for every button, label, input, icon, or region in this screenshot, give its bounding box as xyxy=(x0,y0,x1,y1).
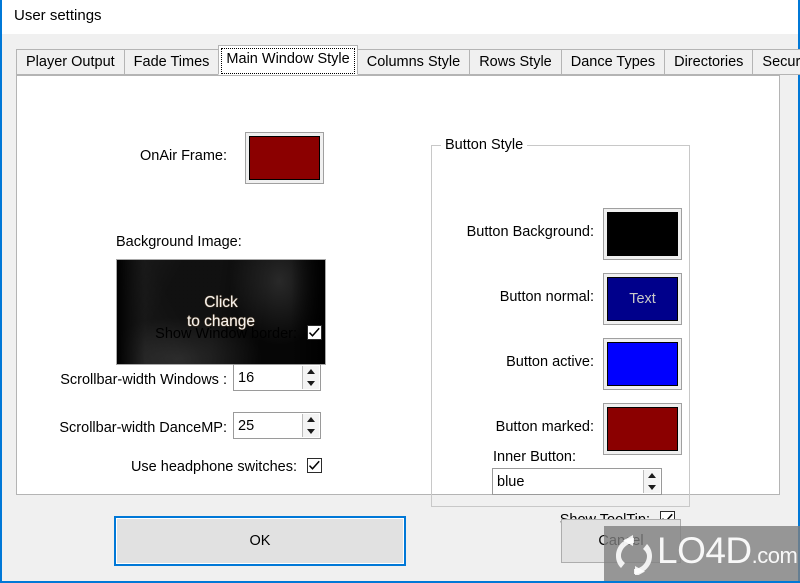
button-style-groupbox-title: Button Style xyxy=(441,137,528,153)
checkmark-icon xyxy=(308,327,320,337)
tab-strip: Player Output Fade Times Main Window Sty… xyxy=(16,45,800,76)
scrollbar-width-windows-label: Scrollbar-width Windows : xyxy=(60,372,227,388)
background-image-label: Background Image: xyxy=(116,234,242,250)
tab-player-output[interactable]: Player Output xyxy=(16,49,125,75)
scrollbar-width-dancemp-spin-buttons[interactable] xyxy=(302,414,319,437)
scrollbar-width-windows-value: 16 xyxy=(238,369,255,386)
use-headphone-switches-checkbox[interactable] xyxy=(307,458,322,473)
onair-frame-color-swatch[interactable] xyxy=(245,132,324,184)
button-active-color-fill xyxy=(607,342,678,386)
button-normal-color-fill: Text xyxy=(607,277,678,321)
button-style-groupbox: Button Style Button Background: Button n… xyxy=(431,137,690,528)
button-normal-label: Button normal: xyxy=(499,289,594,305)
checkmark-icon xyxy=(308,460,320,470)
tab-label: Directories xyxy=(674,54,744,70)
tab-label: Columns Style xyxy=(366,54,461,70)
background-image-preview[interactable]: Click to change xyxy=(116,259,326,365)
tab-label: Player Output xyxy=(26,54,115,70)
spin-up-button[interactable] xyxy=(644,470,660,482)
tab-label: Security xyxy=(762,54,800,70)
tab-label: Fade Times xyxy=(133,54,210,70)
scrollbar-width-dancemp-label: Scrollbar-width DanceMP: xyxy=(59,420,227,436)
use-headphone-switches-label: Use headphone switches: xyxy=(130,459,297,475)
tab-page-main-window-style: OnAir Frame: Background Image: Click to … xyxy=(16,75,780,528)
tab-label: Main Window Style xyxy=(226,51,350,67)
button-normal-sample-text: Text xyxy=(629,291,656,307)
spin-up-button[interactable] xyxy=(303,366,319,378)
button-background-label: Button Background: xyxy=(466,224,594,240)
spin-down-button[interactable] xyxy=(303,378,319,390)
scrollbar-width-windows-stepper[interactable]: 16 xyxy=(233,364,321,391)
watermark-text: LO4D.com xyxy=(657,530,798,571)
tab-label: Rows Style xyxy=(479,54,552,70)
tab-rows-style[interactable]: Rows Style xyxy=(469,49,562,75)
tab-main-window-style[interactable]: Main Window Style xyxy=(218,45,358,75)
user-settings-window: User settings Player Output Fade Times M… xyxy=(0,0,800,583)
tab-directories[interactable]: Directories xyxy=(664,49,754,75)
arrow-down-icon xyxy=(307,428,315,434)
ok-button[interactable]: OK xyxy=(114,516,406,566)
inner-button-label: Inner Button: xyxy=(493,449,577,465)
button-background-color-swatch[interactable] xyxy=(603,208,682,260)
tab-label: Dance Types xyxy=(570,54,656,70)
button-background-color-fill xyxy=(607,212,678,256)
arrow-down-icon xyxy=(648,484,656,490)
background-image-caption-line1: Click xyxy=(204,294,238,311)
spin-down-button[interactable] xyxy=(303,426,319,438)
button-marked-color-fill xyxy=(607,407,678,451)
ok-button-label: OK xyxy=(249,533,271,549)
button-active-label: Button active: xyxy=(506,354,594,370)
window-title: User settings xyxy=(14,7,102,24)
spin-up-button[interactable] xyxy=(303,414,319,426)
inner-button-stepper[interactable]: blue xyxy=(492,468,662,495)
show-window-border-checkbox[interactable] xyxy=(307,325,322,340)
tab-fade-times[interactable]: Fade Times xyxy=(123,49,220,75)
refresh-arrows-icon xyxy=(616,534,652,575)
inner-button-spin-buttons[interactable] xyxy=(643,470,660,493)
arrow-up-icon xyxy=(307,369,315,375)
settings-tab-control: Player Output Fade Times Main Window Sty… xyxy=(16,45,800,528)
tab-columns-style[interactable]: Columns Style xyxy=(356,49,471,75)
dialog-body: Player Output Fade Times Main Window Sty… xyxy=(2,34,800,581)
inner-button-value: blue xyxy=(497,473,525,490)
button-marked-label: Button marked: xyxy=(495,419,594,435)
show-window-border-label: Show Window border: xyxy=(155,326,297,342)
scrollbar-width-windows-spin-buttons[interactable] xyxy=(302,366,319,389)
tab-dance-types[interactable]: Dance Types xyxy=(560,49,666,75)
watermark-content: LO4D.com xyxy=(611,530,798,576)
scrollbar-width-dancemp-value: 25 xyxy=(238,417,255,434)
arrow-up-icon xyxy=(307,417,315,423)
onair-frame-label: OnAir Frame: xyxy=(139,148,227,164)
tab-security[interactable]: Security xyxy=(752,49,800,75)
scrollbar-width-dancemp-stepper[interactable]: 25 xyxy=(233,412,321,439)
button-marked-color-swatch[interactable] xyxy=(603,403,682,455)
arrow-up-icon xyxy=(648,473,656,479)
lo4d-watermark: LO4D.com xyxy=(604,526,800,581)
window-titlebar: User settings xyxy=(2,0,798,34)
spin-down-button[interactable] xyxy=(644,482,660,494)
arrow-down-icon xyxy=(307,380,315,386)
button-normal-color-swatch[interactable]: Text xyxy=(603,273,682,325)
button-active-color-swatch[interactable] xyxy=(603,338,682,390)
onair-frame-color-fill xyxy=(249,136,320,180)
